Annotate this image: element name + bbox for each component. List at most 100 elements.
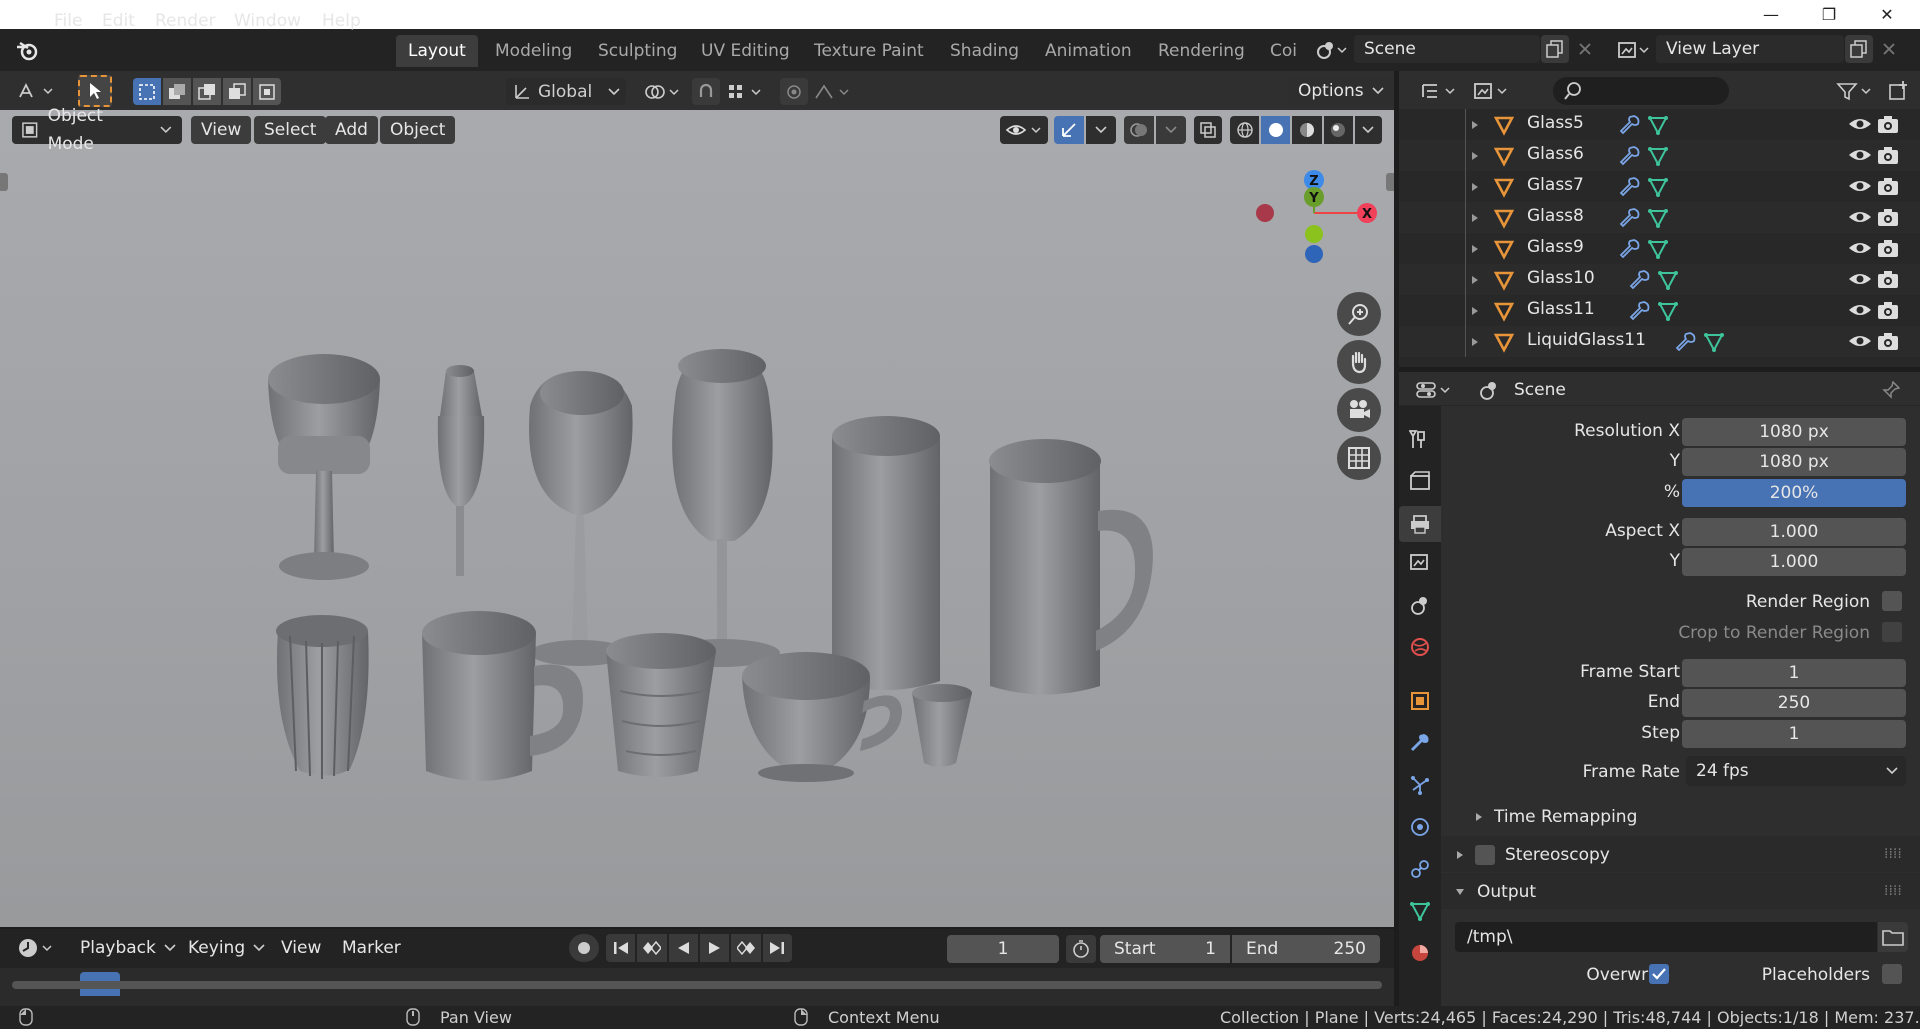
- modifier-wrench-icon[interactable]: [1619, 114, 1641, 136]
- menu-render[interactable]: Render: [147, 8, 224, 34]
- display-mode-icon[interactable]: [1469, 77, 1515, 105]
- jump-to-keyframe-forward-icon[interactable]: [731, 934, 761, 962]
- maximize-button[interactable]: ❐: [1800, 0, 1858, 29]
- outliner-row[interactable]: Glass10: [1399, 264, 1920, 295]
- viewport-menu-view[interactable]: View: [191, 116, 252, 144]
- snap-target-icon[interactable]: [724, 78, 768, 105]
- stereoscopy-checkbox[interactable]: [1475, 845, 1495, 865]
- eye-visibility-icon[interactable]: [1848, 302, 1872, 318]
- modifier-wrench-icon[interactable]: [1629, 269, 1651, 291]
- expand-arrow-icon[interactable]: [1471, 182, 1479, 192]
- frame-start-field[interactable]: 1: [1682, 659, 1906, 687]
- output-panel-header[interactable]: Output: [1455, 882, 1536, 902]
- tab-shading[interactable]: Shading: [938, 35, 1031, 67]
- tab-uv-editing[interactable]: UV Editing: [689, 35, 802, 67]
- menu-file[interactable]: File: [46, 8, 90, 34]
- camera-render-icon[interactable]: [1877, 145, 1899, 165]
- options-dropdown[interactable]: Options: [1288, 77, 1394, 105]
- outliner-item-name[interactable]: LiquidGlass11: [1527, 330, 1646, 350]
- menu-window[interactable]: Window: [226, 8, 309, 34]
- expand-arrow-icon[interactable]: [1471, 213, 1479, 223]
- resolution-y-field[interactable]: 1080 px: [1682, 448, 1906, 476]
- outliner[interactable]: Glass5 Glass6 Glass7 Glass8 Glass9 Glass10 Gla…: [1399, 71, 1920, 367]
- tab-modeling[interactable]: Modeling: [483, 35, 584, 67]
- minimize-button[interactable]: —: [1742, 0, 1800, 29]
- resolution-percentage-slider[interactable]: 200%: [1682, 479, 1906, 507]
- tall-wine-glass-object[interactable]: [664, 349, 780, 667]
- cylinder-cup-object[interactable]: [832, 416, 940, 690]
- rendered-shading-icon[interactable]: [1323, 116, 1353, 144]
- mug-right-object[interactable]: [989, 439, 1153, 695]
- constraints-tab-icon[interactable]: [1405, 854, 1435, 884]
- crop-to-render-region-checkbox[interactable]: [1882, 622, 1902, 642]
- visibility-selector-icon[interactable]: [1000, 116, 1048, 144]
- tab-compositing[interactable]: Coi: [1258, 35, 1298, 67]
- scene-objects[interactable]: [250, 301, 1170, 801]
- outliner-item-name[interactable]: Glass6: [1527, 144, 1584, 164]
- expand-arrow-icon[interactable]: [1471, 275, 1479, 285]
- expand-arrow-icon[interactable]: [1471, 337, 1479, 347]
- 3d-viewport[interactable]: Global Options Object Mode View Select A…: [0, 71, 1394, 927]
- outliner-item-name[interactable]: Glass8: [1527, 206, 1584, 226]
- menu-edit[interactable]: Edit: [94, 8, 143, 34]
- scene-tab-icon[interactable]: [1405, 590, 1435, 620]
- mesh-data-icon[interactable]: [1703, 331, 1725, 353]
- gizmo-dropdown-chevron-icon[interactable]: [1086, 116, 1116, 144]
- textured-tumbler-object[interactable]: [606, 633, 716, 777]
- camera-render-icon[interactable]: [1877, 300, 1899, 320]
- camera-render-icon[interactable]: [1877, 176, 1899, 196]
- new-scene-icon[interactable]: [1541, 35, 1569, 63]
- pivot-point-icon[interactable]: [640, 78, 684, 105]
- timeline-menu-marker[interactable]: Marker: [334, 934, 409, 962]
- expand-arrow-icon[interactable]: [1471, 151, 1479, 161]
- outliner-row[interactable]: Glass7: [1399, 171, 1920, 202]
- timeline-editor-type-icon[interactable]: [14, 934, 60, 962]
- particles-tab-icon[interactable]: [1405, 770, 1435, 800]
- expand-arrow-icon[interactable]: [1471, 306, 1479, 316]
- material-shading-icon[interactable]: [1292, 116, 1322, 144]
- select-invert-icon[interactable]: [223, 78, 251, 105]
- delete-view-layer-icon[interactable]: [1876, 35, 1902, 63]
- play-reverse-icon[interactable]: [668, 934, 698, 962]
- mug-left-object[interactable]: [422, 611, 583, 781]
- object-mode-dropdown[interactable]: Object Mode: [12, 106, 182, 154]
- view-layer-selector-icon[interactable]: [1612, 36, 1654, 64]
- outliner-item-name[interactable]: Glass5: [1527, 113, 1584, 133]
- output-path-input[interactable]: /tmp\: [1455, 922, 1877, 952]
- outliner-item-name[interactable]: Glass10: [1527, 268, 1595, 288]
- shot-glass-object[interactable]: [912, 684, 972, 767]
- mesh-data-icon[interactable]: [1647, 207, 1669, 229]
- timeline-menu-view[interactable]: View: [273, 934, 329, 962]
- eye-visibility-icon[interactable]: [1848, 147, 1872, 163]
- mesh-data-icon[interactable]: [1647, 114, 1669, 136]
- orthographic-toggle-grid-icon[interactable]: [1337, 436, 1381, 480]
- current-frame-field[interactable]: 1: [947, 935, 1059, 963]
- scene-name-field[interactable]: Scene: [1354, 35, 1540, 63]
- scene-selector-icon[interactable]: [1310, 36, 1352, 64]
- menu-help[interactable]: Help: [314, 8, 369, 34]
- proportional-editing-icon[interactable]: [780, 78, 808, 105]
- snap-toggle-icon[interactable]: [692, 78, 720, 105]
- eye-visibility-icon[interactable]: [1848, 116, 1872, 132]
- resolution-x-field[interactable]: 1080 px: [1682, 418, 1906, 446]
- drag-handle-icon[interactable]: ⁞⁞⁞⁞: [1884, 846, 1902, 862]
- eye-visibility-icon[interactable]: [1848, 240, 1872, 256]
- drag-handle-icon[interactable]: ⁞⁞⁞⁞: [1884, 883, 1902, 899]
- material-tab-icon[interactable]: [1405, 938, 1435, 968]
- mesh-data-icon[interactable]: [1647, 145, 1669, 167]
- solid-shading-icon[interactable]: [1261, 116, 1291, 144]
- start-frame-field[interactable]: Start 1: [1100, 935, 1230, 963]
- mesh-data-icon[interactable]: [1657, 269, 1679, 291]
- frame-step-field[interactable]: 1: [1682, 720, 1906, 748]
- outliner-row[interactable]: Glass6: [1399, 140, 1920, 171]
- physics-tab-icon[interactable]: [1405, 812, 1435, 842]
- play-icon[interactable]: [699, 934, 730, 962]
- new-collection-icon[interactable]: [1883, 77, 1913, 105]
- properties-editor-type-icon[interactable]: [1412, 376, 1458, 404]
- frame-end-field[interactable]: 250: [1682, 689, 1906, 717]
- zoom-icon[interactable]: [1337, 292, 1381, 336]
- pin-icon[interactable]: [1878, 376, 1904, 404]
- tool-tab-icon[interactable]: [1405, 424, 1435, 454]
- modifier-wrench-icon[interactable]: [1619, 145, 1641, 167]
- eye-visibility-icon[interactable]: [1848, 333, 1872, 349]
